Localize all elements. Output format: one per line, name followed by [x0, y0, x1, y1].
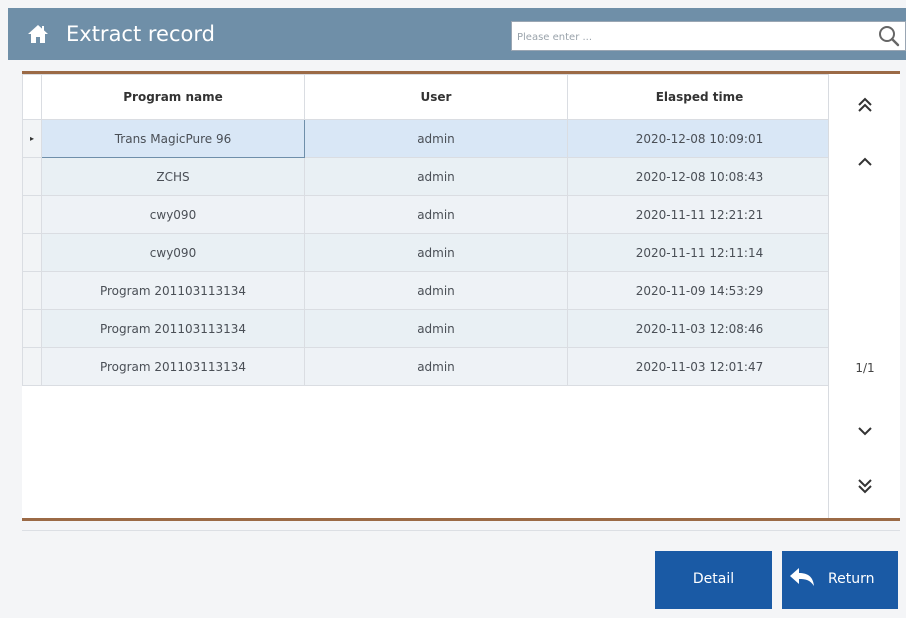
cell-elapsed-time[interactable]: 2020-12-08 10:08:43 [567, 157, 832, 196]
cell-program-name[interactable]: Program 201103113134 [41, 271, 305, 310]
search-input[interactable] [515, 26, 859, 48]
cell-elapsed-time[interactable]: 2020-11-03 12:08:46 [567, 309, 832, 348]
row-header [22, 157, 42, 196]
cell-program-name[interactable]: cwy090 [41, 195, 305, 234]
column-header-program-name[interactable]: Program name [41, 74, 305, 120]
cell-user[interactable]: admin [304, 271, 568, 310]
page-title: Extract record [66, 22, 215, 46]
row-header [22, 195, 42, 234]
table-row[interactable]: cwy090 admin 2020-11-11 12:21:21 [22, 195, 832, 234]
return-button[interactable]: Return [782, 551, 898, 609]
table-row[interactable]: Program 201103113134 admin 2020-11-09 14… [22, 271, 832, 310]
cell-program-name[interactable]: Program 201103113134 [41, 309, 305, 348]
cell-elapsed-time[interactable]: 2020-11-03 12:01:47 [567, 347, 832, 386]
row-header [22, 309, 42, 348]
double-chevron-down-icon[interactable] [851, 471, 879, 499]
cell-program-name[interactable]: Trans MagicPure 96 [41, 119, 305, 158]
pagination-panel: 1/1 [828, 74, 900, 518]
cell-user[interactable]: admin [304, 195, 568, 234]
table-row[interactable]: ZCHS admin 2020-12-08 10:08:43 [22, 157, 832, 196]
row-header [22, 233, 42, 272]
cell-elapsed-time[interactable]: 2020-11-11 12:21:21 [567, 195, 832, 234]
cell-user[interactable]: admin [304, 233, 568, 272]
table-row[interactable]: Program 201103113134 admin 2020-11-03 12… [22, 309, 832, 348]
record-table: Program name User Elasped time ▸ Trans M… [22, 74, 832, 386]
chevron-down-icon[interactable] [851, 417, 879, 445]
table-row[interactable]: ▸ Trans MagicPure 96 admin 2020-12-08 10… [22, 119, 832, 158]
detail-button[interactable]: Detail [655, 551, 772, 609]
table-row[interactable]: Program 201103113134 admin 2020-11-03 12… [22, 347, 832, 386]
cell-program-name[interactable]: Program 201103113134 [41, 347, 305, 386]
row-header-corner [22, 74, 42, 120]
search-icon[interactable] [877, 24, 901, 48]
cell-elapsed-time[interactable]: 2020-11-09 14:53:29 [567, 271, 832, 310]
return-arrow-icon [790, 568, 814, 586]
header-bar: Extract record [8, 8, 906, 60]
cell-user[interactable]: admin [304, 347, 568, 386]
search-box[interactable] [511, 21, 906, 51]
table-row[interactable]: cwy090 admin 2020-11-11 12:11:14 [22, 233, 832, 272]
row-header-marker: ▸ [22, 119, 42, 158]
cell-user[interactable]: admin [304, 119, 568, 158]
record-grid: Program name User Elasped time ▸ Trans M… [22, 71, 900, 521]
cell-user[interactable]: admin [304, 157, 568, 196]
cell-program-name[interactable]: ZCHS [41, 157, 305, 196]
page-indicator: 1/1 [855, 361, 875, 375]
chevron-up-icon[interactable] [851, 148, 879, 176]
detail-button-label: Detail [692, 571, 735, 587]
return-button-label: Return [828, 571, 875, 587]
cell-elapsed-time[interactable]: 2020-11-11 12:11:14 [567, 233, 832, 272]
divider [22, 530, 900, 531]
column-header-elapsed-time[interactable]: Elasped time [567, 74, 832, 120]
cell-program-name[interactable]: cwy090 [41, 233, 305, 272]
row-header [22, 271, 42, 310]
table-header-row: Program name User Elasped time [22, 74, 832, 120]
cell-user[interactable]: admin [304, 309, 568, 348]
cell-elapsed-time[interactable]: 2020-12-08 10:09:01 [567, 119, 832, 158]
home-icon[interactable] [27, 24, 49, 44]
column-header-user[interactable]: User [304, 74, 568, 120]
double-chevron-up-icon[interactable] [851, 92, 879, 120]
row-header [22, 347, 42, 386]
